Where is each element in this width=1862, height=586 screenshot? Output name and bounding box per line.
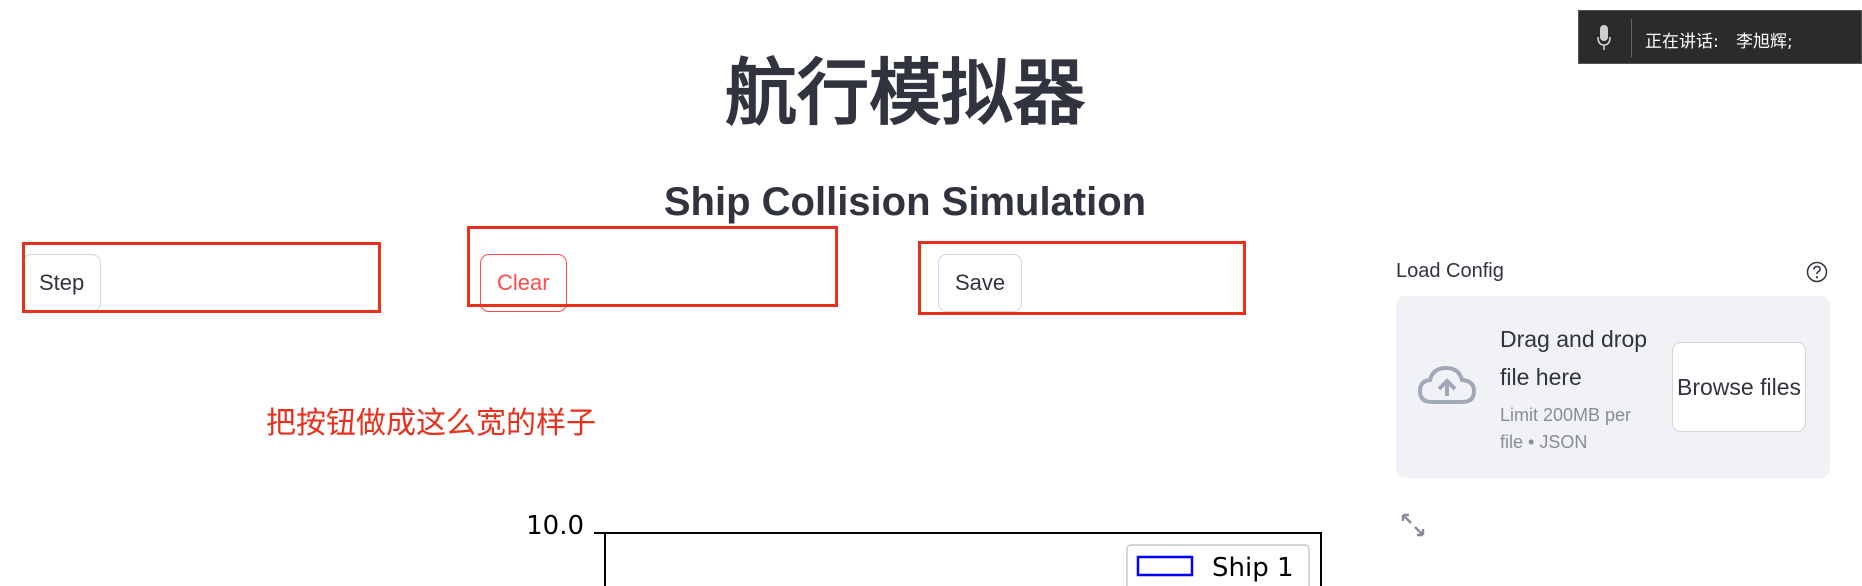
annotation-box-clear — [467, 226, 838, 307]
browse-files-button[interactable]: Browse files — [1672, 342, 1806, 432]
dropzone-limit: Limit 200MB per file • JSON — [1500, 405, 1632, 452]
cloud-upload-icon — [1418, 365, 1476, 404]
microphone-icon — [1597, 25, 1611, 50]
annotation-box-save — [918, 241, 1246, 315]
dropzone-instructions: Drag and drop file here — [1500, 326, 1648, 390]
chart: 10.0 Ship 1 — [526, 512, 1322, 586]
legend-label-ship-1: Ship 1 — [1212, 553, 1294, 583]
section-title: Ship Collision Simulation — [663, 180, 1147, 224]
y-tick-label: 10.0 — [526, 512, 584, 541]
help-icon[interactable] — [1806, 261, 1828, 283]
page-title: 航行模拟器 — [724, 51, 1085, 135]
speaking-indicator: 正在讲话: 李旭辉; — [1578, 10, 1862, 64]
speaking-label: 正在讲话: — [1645, 32, 1719, 52]
divider — [1631, 19, 1632, 57]
expand-icon[interactable] — [1400, 512, 1426, 538]
annotation-box-step — [22, 242, 381, 313]
speaker-name: 李旭辉; — [1736, 32, 1793, 52]
uploader-label: Load Config — [1396, 260, 1504, 282]
file-dropzone[interactable]: Drag and drop file here Limit 200MB per … — [1396, 296, 1830, 478]
annotation-text: 把按钮做成这么宽的样子 — [266, 406, 596, 441]
